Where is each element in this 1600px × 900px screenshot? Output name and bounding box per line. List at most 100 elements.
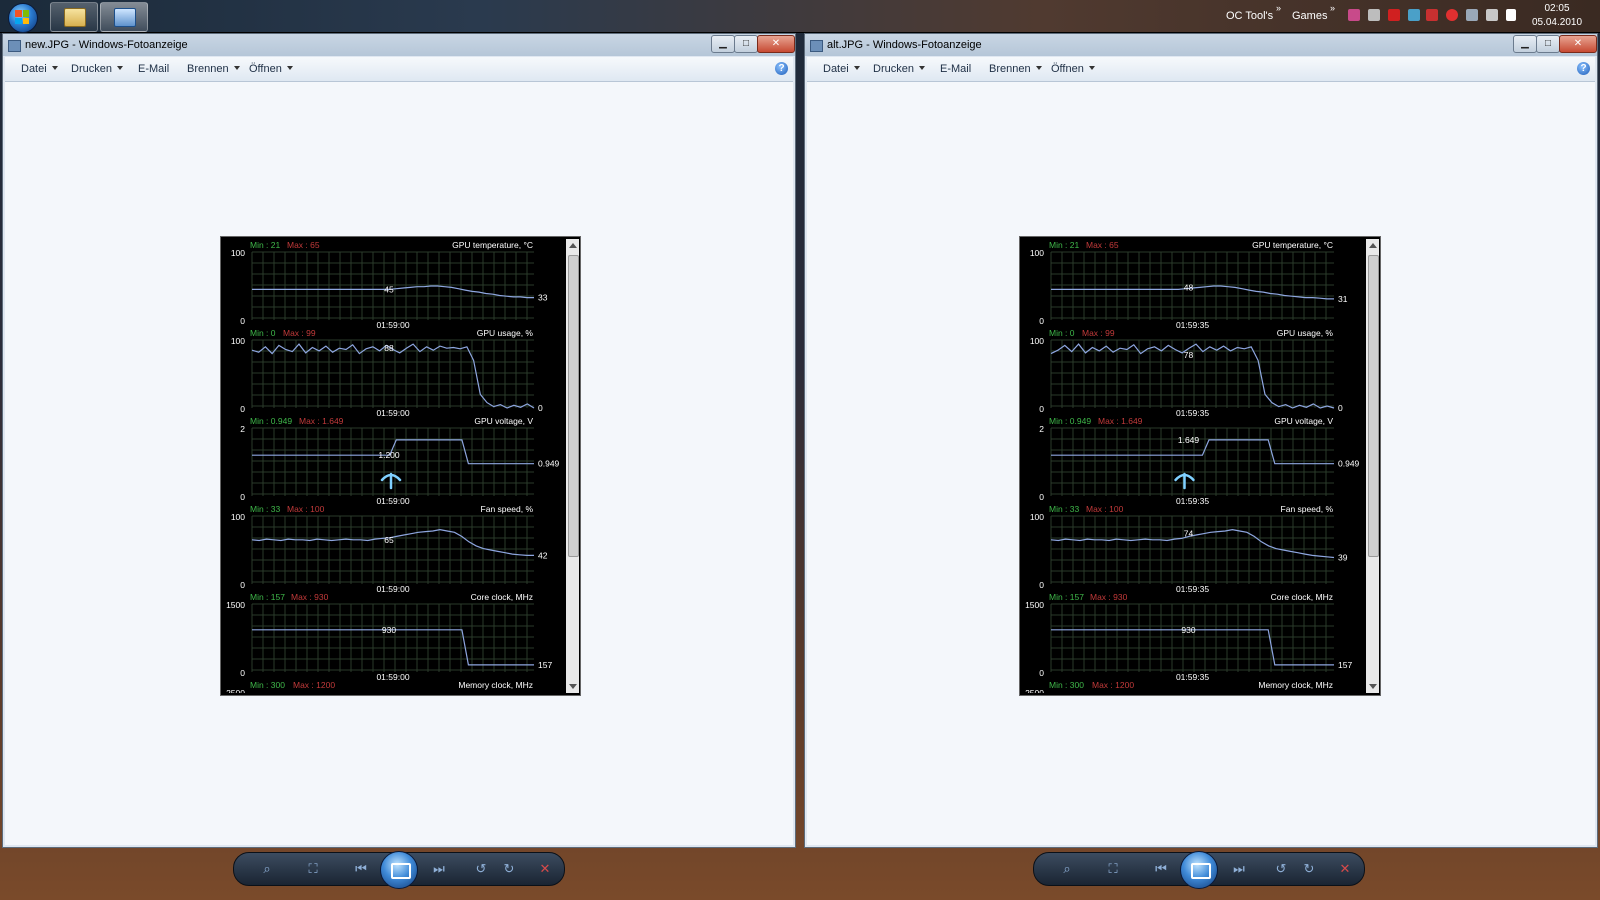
graph-max-label: Max : 1.649 <box>299 416 344 426</box>
graph-time-label: 01:59:35 <box>1176 320 1209 330</box>
menu-drucken[interactable]: Drucken <box>71 63 123 75</box>
minimize-button[interactable]: ▁ <box>1513 35 1537 53</box>
graph-min-label: Min : 157 <box>250 592 285 602</box>
menu-email[interactable]: E-Mail <box>940 63 971 75</box>
tray-app-icon-2[interactable] <box>1368 9 1380 21</box>
menu-oeffnen[interactable]: Öffnen <box>1051 63 1095 75</box>
fit-icon[interactable]: ⛶ <box>1104 860 1122 878</box>
menu-datei[interactable]: Datei <box>21 63 58 75</box>
graph-panel: Min : 0.949 Max : 1.649 GPU voltage, V 2 0 1.… <box>1039 416 1359 506</box>
tray-amd-icon[interactable] <box>1388 9 1400 21</box>
chevron-down-icon <box>1088 66 1095 70</box>
zoom-icon[interactable]: ⌕ <box>258 860 276 878</box>
tray-chevron-icon[interactable]: » <box>1276 3 1281 13</box>
scroll-down-icon[interactable] <box>569 684 577 689</box>
graph-time-label: 01:59:00 <box>376 672 409 682</box>
graph-time-label: 01:59:00 <box>376 496 409 506</box>
graph-panel: Min : 33 Max : 100 Fan speed, % 100 0 65 42 01:… <box>231 504 548 594</box>
previous-icon[interactable]: ⏮ <box>352 860 370 878</box>
graph-y-top: 100 <box>231 336 245 346</box>
scroll-down-icon[interactable] <box>1369 684 1377 689</box>
previous-icon[interactable]: ⏮ <box>1152 860 1170 878</box>
tray-chevron-icon-2[interactable]: » <box>1330 3 1335 13</box>
tray-antivirus-icon[interactable] <box>1446 9 1458 21</box>
maximize-button[interactable]: □ <box>1536 35 1560 53</box>
start-button[interactable] <box>4 2 40 33</box>
menu-drucken[interactable]: Drucken <box>873 63 925 75</box>
delete-icon[interactable]: ✕ <box>1336 860 1354 878</box>
zoom-icon[interactable]: ⌕ <box>1058 860 1076 878</box>
window-title: alt.JPG - Windows-Fotoanzeige <box>827 39 982 51</box>
chevron-down-icon <box>286 66 293 70</box>
graph-y-bottom: 0 <box>1039 316 1044 326</box>
graph-curve <box>252 629 534 666</box>
graph-max-label: Max : 1.649 <box>1098 416 1143 426</box>
window-titlebar[interactable]: new.JPG - Windows-Fotoanzeige ▁ □ ✕ <box>3 34 795 56</box>
menu-brennen[interactable]: Brennen <box>989 63 1042 75</box>
close-button[interactable]: ✕ <box>757 35 795 53</box>
image-scrollbar[interactable] <box>566 239 579 693</box>
graph-max-label: Max : 99 <box>283 328 316 338</box>
rotate-left-icon[interactable]: ↺ <box>472 860 490 878</box>
graph-max-label: Max : 65 <box>287 240 320 250</box>
tray-toolbar-games[interactable]: Games <box>1292 10 1327 22</box>
next-icon[interactable]: ⏭ <box>1230 860 1248 878</box>
graph-title: GPU temperature, °C <box>452 240 533 250</box>
tray-app-icon-3[interactable] <box>1408 9 1420 21</box>
window-titlebar[interactable]: alt.JPG - Windows-Fotoanzeige ▁ □ ✕ <box>805 34 1597 56</box>
graph-min-label: Min : 300 <box>250 680 285 690</box>
rotate-left-icon[interactable]: ↺ <box>1272 860 1290 878</box>
graph-y-bottom: 0 <box>240 580 245 590</box>
clock-date[interactable]: 05.04.2010 <box>1527 17 1587 28</box>
graph-panel: Min : 157 Max : 930 Core clock, MHz 1500 0 93… <box>226 592 552 682</box>
photo-viewer-icon <box>810 40 823 52</box>
next-icon[interactable]: ⏭ <box>430 860 448 878</box>
tray-volume-icon[interactable] <box>1486 9 1498 21</box>
graph-panel: Min : 21 Max : 65 GPU temperature, °C 100 0 4… <box>231 240 548 330</box>
monitoring-graphs: Min : 21 Max : 65 GPU temperature, °C 100 0 4… <box>226 240 559 693</box>
graph-title: GPU usage, % <box>1277 328 1334 338</box>
image-scrollbar[interactable] <box>1366 239 1379 693</box>
maximize-button[interactable]: □ <box>734 35 758 53</box>
tray-app-icon-1[interactable] <box>1348 9 1360 21</box>
graph-current-value: 88 <box>384 343 394 353</box>
graph-curve <box>251 343 535 409</box>
taskbar-explorer-button[interactable] <box>50 2 98 32</box>
scroll-thumb[interactable] <box>568 255 579 557</box>
rotate-right-icon[interactable]: ↻ <box>1300 860 1318 878</box>
graph-end-value: 39 <box>1338 552 1348 562</box>
menu-datei[interactable]: Datei <box>823 63 860 75</box>
slideshow-button[interactable] <box>1180 851 1218 889</box>
graph-current-value: 78 <box>1184 350 1194 360</box>
graph-title: Fan speed, % <box>1281 504 1334 514</box>
graph-max-label: Max : 1200 <box>1092 680 1134 690</box>
menu-brennen[interactable]: Brennen <box>187 63 240 75</box>
graph-y-top: 100 <box>1030 336 1044 346</box>
help-icon[interactable]: ? <box>775 62 788 75</box>
rotate-right-icon[interactable]: ↻ <box>500 860 518 878</box>
taskbar-photo-viewer-button[interactable] <box>100 2 148 32</box>
scroll-thumb[interactable] <box>1368 255 1379 557</box>
graph-min-label: Min : 0 <box>250 328 276 338</box>
menu-oeffnen[interactable]: Öffnen <box>249 63 293 75</box>
tray-network-icon[interactable] <box>1466 9 1478 21</box>
tray-action-center-flag-icon[interactable] <box>1506 9 1516 21</box>
help-icon[interactable]: ? <box>1577 62 1590 75</box>
graph-title: Memory clock, MHz <box>1258 680 1333 690</box>
graph-min-label: Min : 21 <box>1049 240 1080 250</box>
menu-email[interactable]: E-Mail <box>138 63 169 75</box>
delete-icon[interactable]: ✕ <box>536 860 554 878</box>
graph-y-bottom: 0 <box>1039 492 1044 502</box>
minimize-button[interactable]: ▁ <box>711 35 735 53</box>
tray-app-icon-4[interactable] <box>1426 9 1438 21</box>
scroll-up-icon[interactable] <box>569 243 577 248</box>
graph-max-label: Max : 99 <box>1082 328 1115 338</box>
close-button[interactable]: ✕ <box>1559 35 1597 53</box>
slideshow-button[interactable] <box>380 851 418 889</box>
fit-icon[interactable]: ⛶ <box>304 860 322 878</box>
scroll-up-icon[interactable] <box>1369 243 1377 248</box>
clock-time[interactable]: 02:05 <box>1527 3 1587 14</box>
graph-y-bottom: 0 <box>1039 580 1044 590</box>
graph-max-label: Max : 930 <box>1090 592 1128 602</box>
tray-toolbar-oc-tools[interactable]: OC Tool's <box>1226 10 1273 22</box>
